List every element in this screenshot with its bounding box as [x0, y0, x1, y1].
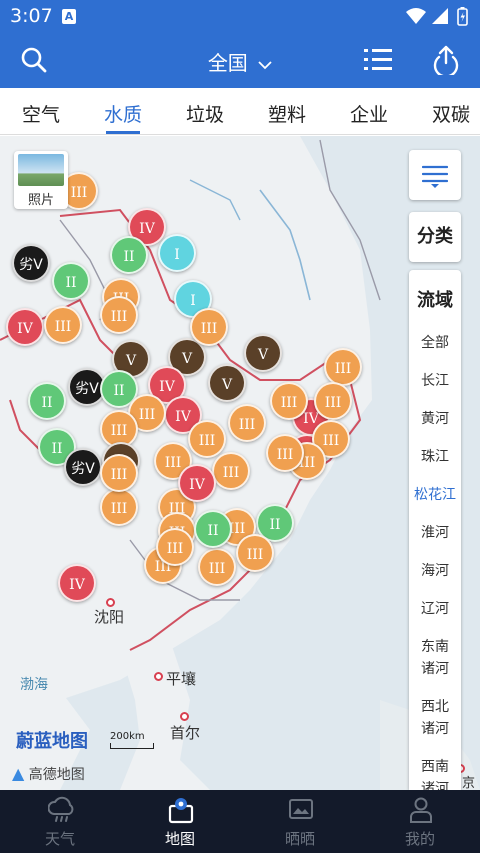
water-station-marker[interactable]: III: [270, 382, 308, 420]
cloud-rain-icon: [48, 796, 74, 822]
brand-logo: 蔚蓝地图: [16, 731, 88, 752]
nav-profile[interactable]: 我的: [360, 790, 480, 853]
photo-toggle-button[interactable]: 照片: [14, 151, 68, 209]
nav-weather[interactable]: 天气: [0, 790, 120, 853]
basin-item-songhua[interactable]: 松花江: [409, 484, 461, 506]
nav-map[interactable]: 地图: [120, 790, 240, 853]
map-provider-label: 高德地图: [28, 767, 85, 783]
water-station-marker[interactable]: IV: [58, 564, 96, 602]
place-label-seoul: 首尔: [170, 724, 201, 742]
signal-icon: [432, 8, 448, 24]
basin-item-yangtze[interactable]: 长江: [409, 370, 461, 392]
place-label-partial: 京: [462, 776, 476, 791]
basin-item-northwest[interactable]: 西北诸河: [417, 696, 453, 740]
water-station-marker[interactable]: III: [190, 308, 228, 346]
place-label-bohai: 渤海: [20, 677, 48, 693]
place-label-shenyang: 沈阳: [94, 608, 125, 626]
user-icon: [410, 797, 432, 823]
nav-label: 我的: [404, 830, 435, 848]
place-label-pyongyang: 平壤: [166, 670, 197, 688]
nav-share[interactable]: 晒晒: [240, 790, 360, 853]
basin-title: 流域: [417, 290, 453, 311]
tab-garbage[interactable]: 垃圾: [186, 100, 224, 127]
water-station-marker[interactable]: 劣V: [12, 244, 50, 282]
basin-item-southwest[interactable]: 西南诸河: [417, 756, 453, 790]
water-station-marker[interactable]: II: [28, 382, 66, 420]
water-station-marker[interactable]: III: [100, 488, 138, 526]
tab-enterprise[interactable]: 企业: [350, 100, 388, 127]
category-tabs: 空气 水质 垃圾 塑料 企业 双碳: [0, 88, 480, 135]
water-station-marker[interactable]: I: [158, 234, 196, 272]
water-station-marker[interactable]: V: [244, 334, 282, 372]
nav-label: 地图: [164, 830, 195, 848]
water-station-marker[interactable]: III: [156, 528, 194, 566]
status-time: 3:07: [10, 5, 53, 27]
nav-label: 晒晒: [284, 830, 315, 848]
tab-plastic[interactable]: 塑料: [268, 100, 306, 127]
status-icons: [404, 6, 472, 32]
water-station-marker[interactable]: IV: [178, 464, 216, 502]
city-marker-icon: [180, 712, 189, 721]
water-station-marker[interactable]: III: [100, 454, 138, 492]
scale-bar: [110, 743, 154, 749]
water-station-marker[interactable]: III: [198, 548, 236, 586]
category-button[interactable]: 分类: [409, 212, 461, 262]
tab-water[interactable]: 水质: [104, 100, 142, 127]
water-station-marker[interactable]: V: [208, 364, 246, 402]
map-scale: 200km: [110, 731, 154, 749]
basin-item-pearl[interactable]: 珠江: [409, 446, 461, 468]
scale-label: 200km: [110, 731, 145, 742]
bottom-nav: 天气 地图 晒晒 我的: [0, 790, 480, 853]
water-station-marker[interactable]: 劣V: [64, 448, 102, 486]
filter-button[interactable]: [409, 150, 461, 200]
battery-icon: [457, 7, 468, 26]
list-view-icon[interactable]: [364, 47, 392, 77]
photo-label: 照片: [27, 193, 54, 208]
city-marker-icon: [154, 672, 163, 681]
search-icon[interactable]: [20, 46, 48, 78]
water-station-marker[interactable]: IV: [6, 308, 44, 346]
tab-air[interactable]: 空气: [22, 100, 60, 127]
basin-item-all[interactable]: 全部: [409, 332, 461, 354]
status-bar: 3:07 A: [0, 0, 480, 34]
water-station-marker[interactable]: II: [194, 510, 232, 548]
water-station-marker[interactable]: III: [324, 348, 362, 386]
water-station-marker[interactable]: III: [236, 534, 274, 572]
map-view[interactable]: III IV II I 劣V II IV III I III III 劣V V …: [0, 136, 480, 790]
water-station-marker[interactable]: III: [212, 452, 250, 490]
sim-icon: A: [62, 9, 76, 24]
tab-indicator: [106, 131, 140, 134]
map-provider: ▲ 高德地图: [12, 764, 85, 784]
tab-carbon[interactable]: 双碳: [432, 100, 470, 127]
amap-logo-icon: ▲: [12, 764, 25, 783]
water-station-marker[interactable]: III: [188, 420, 226, 458]
filter-list-icon: [422, 165, 448, 188]
basin-item-liao[interactable]: 辽河: [409, 598, 461, 620]
water-station-marker[interactable]: II: [110, 236, 148, 274]
app-bar: 全国: [0, 34, 480, 88]
region-selector[interactable]: [200, 40, 280, 80]
photo-thumbnail: [18, 154, 64, 186]
water-station-marker[interactable]: III: [266, 434, 304, 472]
water-station-marker[interactable]: III: [44, 306, 82, 344]
nav-label: 天气: [44, 830, 75, 848]
map-pin-icon: [168, 798, 194, 824]
share-icon[interactable]: [430, 43, 462, 79]
photo-frame-icon: [289, 799, 313, 819]
water-station-marker[interactable]: III: [314, 382, 352, 420]
water-station-marker[interactable]: II: [52, 262, 90, 300]
wifi-icon: [406, 8, 426, 24]
basin-item-southeast[interactable]: 东南诸河: [417, 636, 453, 680]
basin-item-yellow[interactable]: 黄河: [409, 408, 461, 430]
basin-item-huai[interactable]: 淮河: [409, 522, 461, 544]
water-station-marker[interactable]: III: [228, 404, 266, 442]
basin-item-hai[interactable]: 海河: [409, 560, 461, 582]
basin-selector: 流域 全部 长江 黄河 珠江 松花江 淮河 海河 辽河 东南诸河 西北诸河 西南…: [409, 270, 461, 790]
water-station-marker[interactable]: III: [100, 296, 138, 334]
